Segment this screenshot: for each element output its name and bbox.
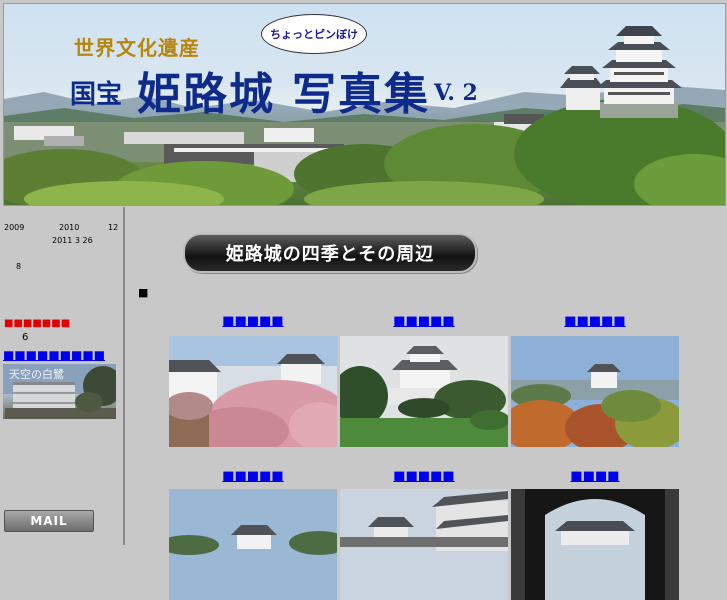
sidebar-notice: ■■■■■■■	[4, 318, 71, 329]
sidebar-link[interactable]: ■■■■■■■■■	[3, 348, 105, 362]
sidebar-update-date: 2011 3 26	[52, 236, 93, 245]
banner-kokuho: 国宝	[70, 80, 123, 110]
mail-button[interactable]: MAIL	[4, 510, 94, 532]
sidebar-date-year-1: 2009	[4, 223, 25, 232]
sidebar-thumbnail[interactable]: 天空の白鷺	[3, 364, 116, 419]
banner-main-title: 姫路城	[137, 69, 275, 120]
speech-bubble: ちょっとピンぼけ	[261, 14, 367, 54]
gallery-link-winter[interactable]: ■■■■■	[169, 469, 337, 484]
header-banner: 世界文化遺産 国宝 姫路城 写真集 V. 2 ちょっとピンぼけ	[3, 3, 726, 206]
sidebar-date-month: 12	[108, 223, 119, 232]
photo-summer-garden[interactable]	[340, 336, 508, 447]
spring-photo-illustration	[169, 336, 337, 447]
list-bullet: ■	[138, 286, 149, 299]
summer-photo-illustration	[340, 336, 508, 447]
gallery-link-summer[interactable]: ■■■■■	[340, 314, 508, 329]
sidebar-thumb-caption: 天空の白鷺	[9, 368, 64, 381]
sidebar-date-year-2: 2010	[59, 223, 80, 232]
gallery-link-spring[interactable]: ■■■■■	[169, 314, 337, 329]
gallery-link-castle-grounds[interactable]: ■■■■■	[340, 469, 508, 484]
sidebar: 2009 2010 12 2011 3 26 8 ■■■■■■■ 6 ■■■■■…	[0, 207, 125, 545]
gallery-link-autumn[interactable]: ■■■■■	[511, 314, 679, 329]
gallery-link-gate[interactable]: ■■■■	[511, 469, 679, 484]
photo-spring-blossoms[interactable]	[169, 336, 337, 447]
banner-version: V. 2	[434, 80, 478, 106]
banner-album-title: 写真集	[292, 69, 430, 120]
section-title: 姫路城の四季とその周辺	[183, 233, 477, 273]
sidebar-notice-count: 6	[22, 332, 29, 343]
sidebar-small-count: 8	[16, 262, 22, 271]
autumn-photo-illustration	[511, 336, 679, 447]
banner-subtitle: 世界文化遺産	[74, 36, 200, 60]
photo-autumn-foliage[interactable]	[511, 336, 679, 447]
